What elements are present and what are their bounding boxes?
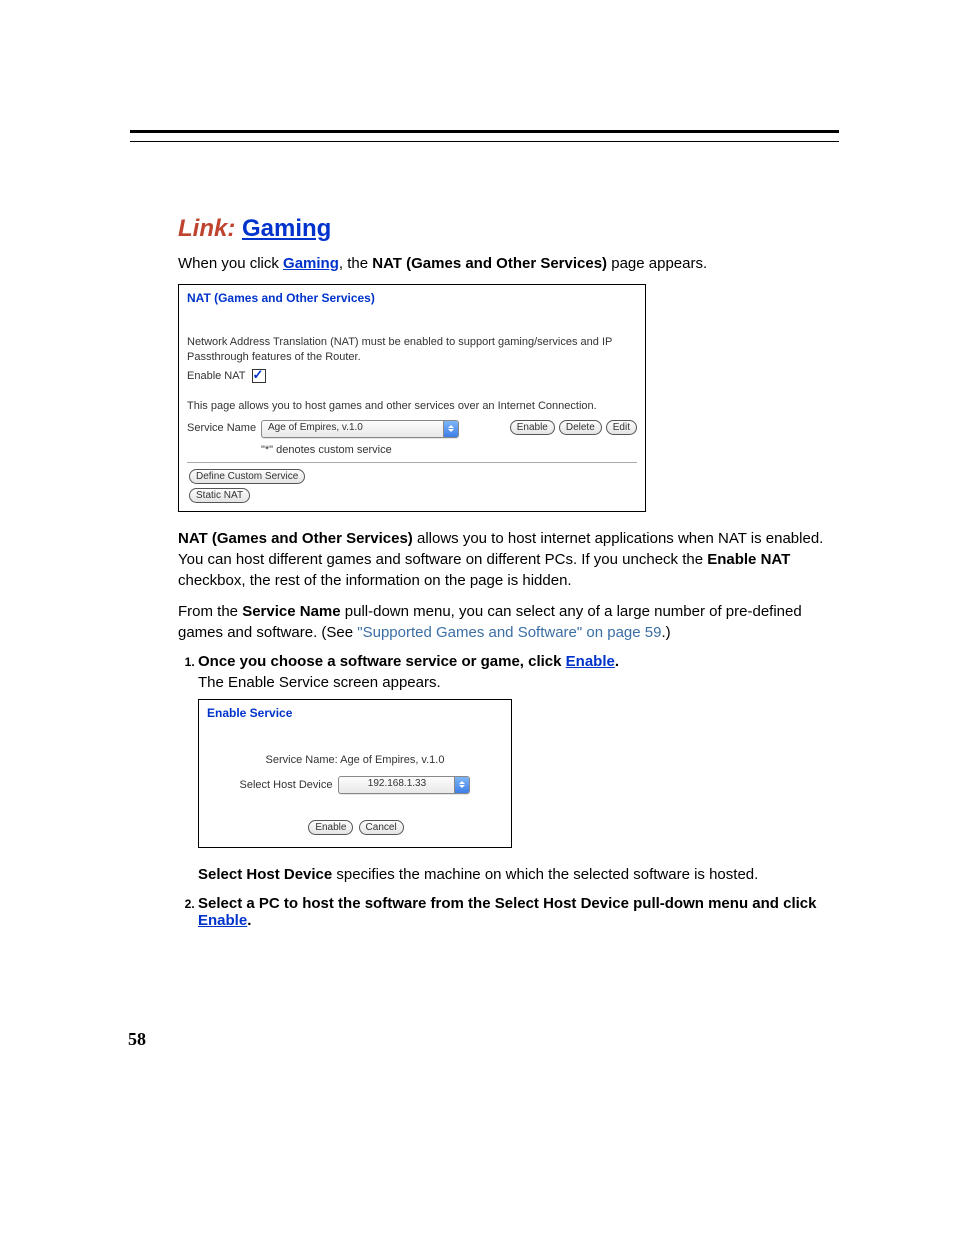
service-name-label: Service Name <box>187 420 261 434</box>
enable-service-panel: Enable Service Service Name: Age of Empi… <box>198 699 512 848</box>
nat-desc: Network Address Translation (NAT) must b… <box>187 335 637 365</box>
intro-paragraph: When you click Gaming, the NAT (Games an… <box>178 253 839 274</box>
step-2: Select a PC to host the software from th… <box>198 895 839 929</box>
enable-nat-label: Enable NAT <box>187 370 246 382</box>
heading-prefix: Link: <box>178 215 235 242</box>
nat-desc2: This page allows you to host games and o… <box>187 399 637 414</box>
page-content: Link: Gaming When you click Gaming, the … <box>178 215 839 929</box>
page-number: 58 <box>128 1029 839 1050</box>
enable-button[interactable]: Enable <box>510 420 555 435</box>
dropdown-arrow-icon <box>443 421 458 437</box>
header-rule-thin <box>130 141 839 142</box>
cancel-button[interactable]: Cancel <box>359 820 404 835</box>
select-host-paragraph: Select Host Device specifies the machine… <box>198 864 839 885</box>
delete-button[interactable]: Delete <box>559 420 602 435</box>
define-custom-service-button[interactable]: Define Custom Service <box>189 469 305 484</box>
static-nat-button[interactable]: Static NAT <box>189 488 250 503</box>
enable-button[interactable]: Enable <box>308 820 353 835</box>
enable-nat-checkbox[interactable] <box>252 369 266 383</box>
header-rule-thick <box>130 130 839 173</box>
enable-service-title: Enable Service <box>199 700 511 724</box>
dropdown-arrow-icon <box>454 777 469 793</box>
service-name-paragraph: From the Service Name pull-down menu, yo… <box>178 601 839 643</box>
host-device-dropdown[interactable]: 192.168.1.33 <box>338 776 470 794</box>
nat-explain-paragraph: NAT (Games and Other Services) allows yo… <box>178 528 839 591</box>
select-host-label: Select Host Device <box>240 779 333 791</box>
heading-title: Gaming <box>242 215 331 242</box>
service-name-dropdown[interactable]: Age of Empires, v.1.0 <box>261 420 459 438</box>
service-name-value: Service Name: Age of Empires, v.1.0 <box>207 754 503 766</box>
edit-button[interactable]: Edit <box>606 420 637 435</box>
nat-panel-title: NAT (Games and Other Services) <box>179 285 645 309</box>
custom-service-note: "*" denotes custom service <box>261 444 637 456</box>
enable-link[interactable]: Enable <box>198 912 247 929</box>
nat-panel: NAT (Games and Other Services) Network A… <box>178 284 646 512</box>
step-1: Once you choose a software service or ga… <box>198 653 839 885</box>
section-heading: Link: Gaming <box>178 215 839 243</box>
gaming-link[interactable]: Gaming <box>283 255 339 272</box>
enable-link[interactable]: Enable <box>566 653 615 670</box>
supported-games-ref[interactable]: "Supported Games and Software" on page 5… <box>357 624 661 641</box>
